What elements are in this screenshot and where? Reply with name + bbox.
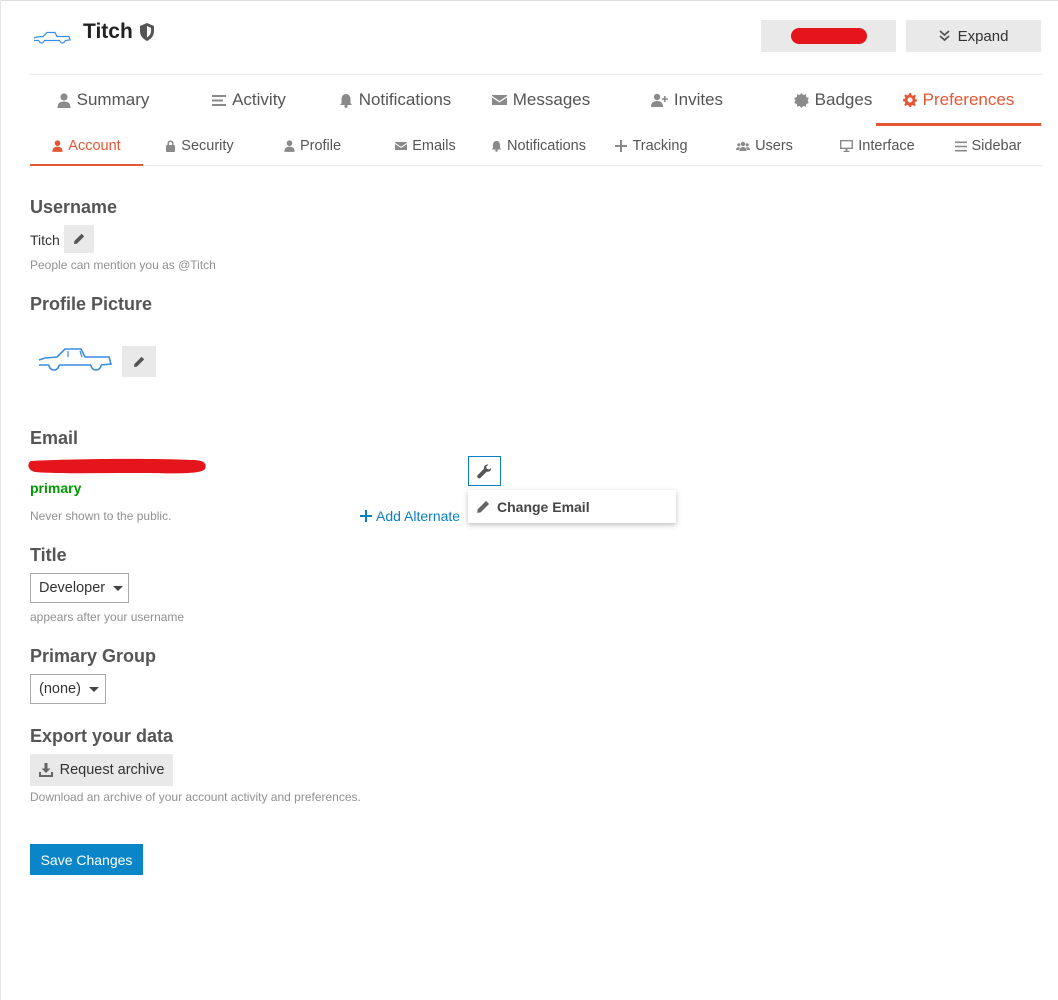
- envelope-icon: [491, 95, 507, 105]
- tab-notifications[interactable]: Notifications: [482, 127, 595, 165]
- tab-label: Notifications: [507, 138, 586, 154]
- nav-summary[interactable]: Summary: [30, 75, 176, 125]
- lock-icon: [166, 140, 176, 152]
- tab-interface[interactable]: Interface: [821, 127, 934, 165]
- tab-sidebar[interactable]: Sidebar: [934, 127, 1042, 165]
- primary-nav: Summary Activity Notifications Messages …: [30, 74, 1042, 126]
- tab-security[interactable]: Security: [143, 127, 256, 165]
- bell-icon: [491, 140, 502, 152]
- username-help: People can mention you as @Titch: [30, 258, 216, 272]
- primary-email-label: primary: [30, 480, 82, 496]
- add-alternate-label: Add Alternate: [376, 508, 461, 524]
- desktop-icon: [840, 140, 854, 152]
- cog-icon: [902, 93, 917, 107]
- profile-picture-title: Profile Picture: [30, 294, 153, 314]
- user-icon: [57, 92, 71, 108]
- caret-down-icon: [113, 585, 124, 591]
- title-select-value: Developer: [39, 580, 106, 596]
- download-icon: [38, 763, 53, 777]
- tab-profile[interactable]: Profile: [256, 127, 369, 165]
- email-actions-menu: Change Email: [468, 490, 676, 523]
- primary-group-select[interactable]: (none): [30, 674, 106, 704]
- export-help: Download an archive of your account acti…: [30, 790, 361, 804]
- nav-activity[interactable]: Activity: [176, 75, 322, 125]
- nav-label: Badges: [814, 90, 873, 109]
- shield-icon: [140, 23, 154, 41]
- avatar[interactable]: [32, 28, 72, 46]
- tab-label: Emails: [412, 138, 456, 154]
- user-plus-icon: [650, 93, 668, 107]
- pencil-icon: [477, 500, 490, 513]
- top-border: [0, 0, 1058, 1]
- username-section-title: Username: [30, 197, 118, 217]
- tab-label: Users: [755, 138, 793, 154]
- user-icon: [52, 140, 63, 152]
- left-border: [0, 0, 1, 1000]
- redaction-mark: [790, 28, 867, 44]
- tab-label: Profile: [299, 138, 342, 154]
- nav-label: Invites: [673, 90, 724, 109]
- save-changes-button[interactable]: Save Changes: [30, 844, 143, 875]
- double-chevron-down-icon: [938, 30, 950, 42]
- tab-tracking[interactable]: Tracking: [595, 127, 708, 165]
- pencil-icon: [74, 233, 85, 244]
- expand-label: Expand: [957, 27, 1009, 45]
- envelope-icon: [395, 142, 408, 150]
- nav-label: Summary: [76, 90, 150, 109]
- user-header: Titch Expand: [30, 18, 1042, 58]
- title-help: appears after your username: [30, 610, 185, 624]
- nav-invites[interactable]: Invites: [614, 75, 760, 125]
- tab-label: Security: [181, 138, 234, 154]
- email-actions-button[interactable]: [468, 456, 501, 486]
- bell-icon: [339, 93, 352, 108]
- username-heading: Titch: [83, 20, 133, 43]
- tab-label: Sidebar: [971, 138, 1022, 154]
- request-archive-label: Request archive: [59, 762, 165, 778]
- primary-group-title: Primary Group: [30, 646, 157, 666]
- users-icon: [736, 141, 751, 151]
- redacted-button[interactable]: [761, 20, 896, 52]
- change-email-menu-item[interactable]: Change Email: [497, 499, 590, 515]
- nav-label: Preferences: [922, 90, 1015, 109]
- nav-notifications[interactable]: Notifications: [322, 75, 468, 125]
- expand-button[interactable]: Expand: [906, 20, 1041, 52]
- caret-down-icon: [88, 686, 99, 692]
- pencil-icon: [134, 356, 145, 367]
- plus-icon: [360, 510, 372, 522]
- plus-icon: [615, 140, 628, 152]
- secondary-nav: Account Security Profile Emails Notifica…: [30, 127, 1042, 166]
- tab-label: Interface: [858, 138, 915, 154]
- title-select[interactable]: Developer: [30, 573, 129, 603]
- profile-picture-image: [38, 348, 113, 371]
- tab-users[interactable]: Users: [708, 127, 821, 165]
- tab-label: Tracking: [632, 138, 688, 154]
- title-section-title: Title: [30, 545, 67, 565]
- list-icon: [212, 94, 227, 106]
- add-alternate-email-link[interactable]: Add Alternate: [360, 508, 460, 524]
- request-archive-button[interactable]: Request archive: [30, 754, 173, 786]
- nav-preferences[interactable]: Preferences: [876, 75, 1041, 126]
- tab-emails[interactable]: Emails: [369, 127, 482, 165]
- email-redaction: [28, 458, 206, 474]
- wrench-icon: [477, 464, 492, 478]
- username-value: Titch: [30, 232, 60, 248]
- bars-icon: [954, 141, 967, 151]
- email-section-title: Email: [30, 428, 79, 448]
- export-section-title: Export your data: [30, 726, 174, 746]
- user-icon: [284, 140, 295, 152]
- email-help: Never shown to the public.: [30, 509, 172, 523]
- nav-label: Messages: [512, 90, 591, 109]
- nav-messages[interactable]: Messages: [468, 75, 614, 125]
- certificate-icon: [793, 92, 809, 108]
- nav-label: Notifications: [358, 90, 452, 109]
- edit-username-button[interactable]: [64, 225, 94, 253]
- tab-account[interactable]: Account: [30, 127, 143, 166]
- nav-label: Activity: [232, 90, 286, 109]
- edit-profile-picture-button[interactable]: [122, 346, 156, 377]
- primary-group-value: (none): [39, 681, 81, 697]
- tab-label: Account: [68, 138, 121, 154]
